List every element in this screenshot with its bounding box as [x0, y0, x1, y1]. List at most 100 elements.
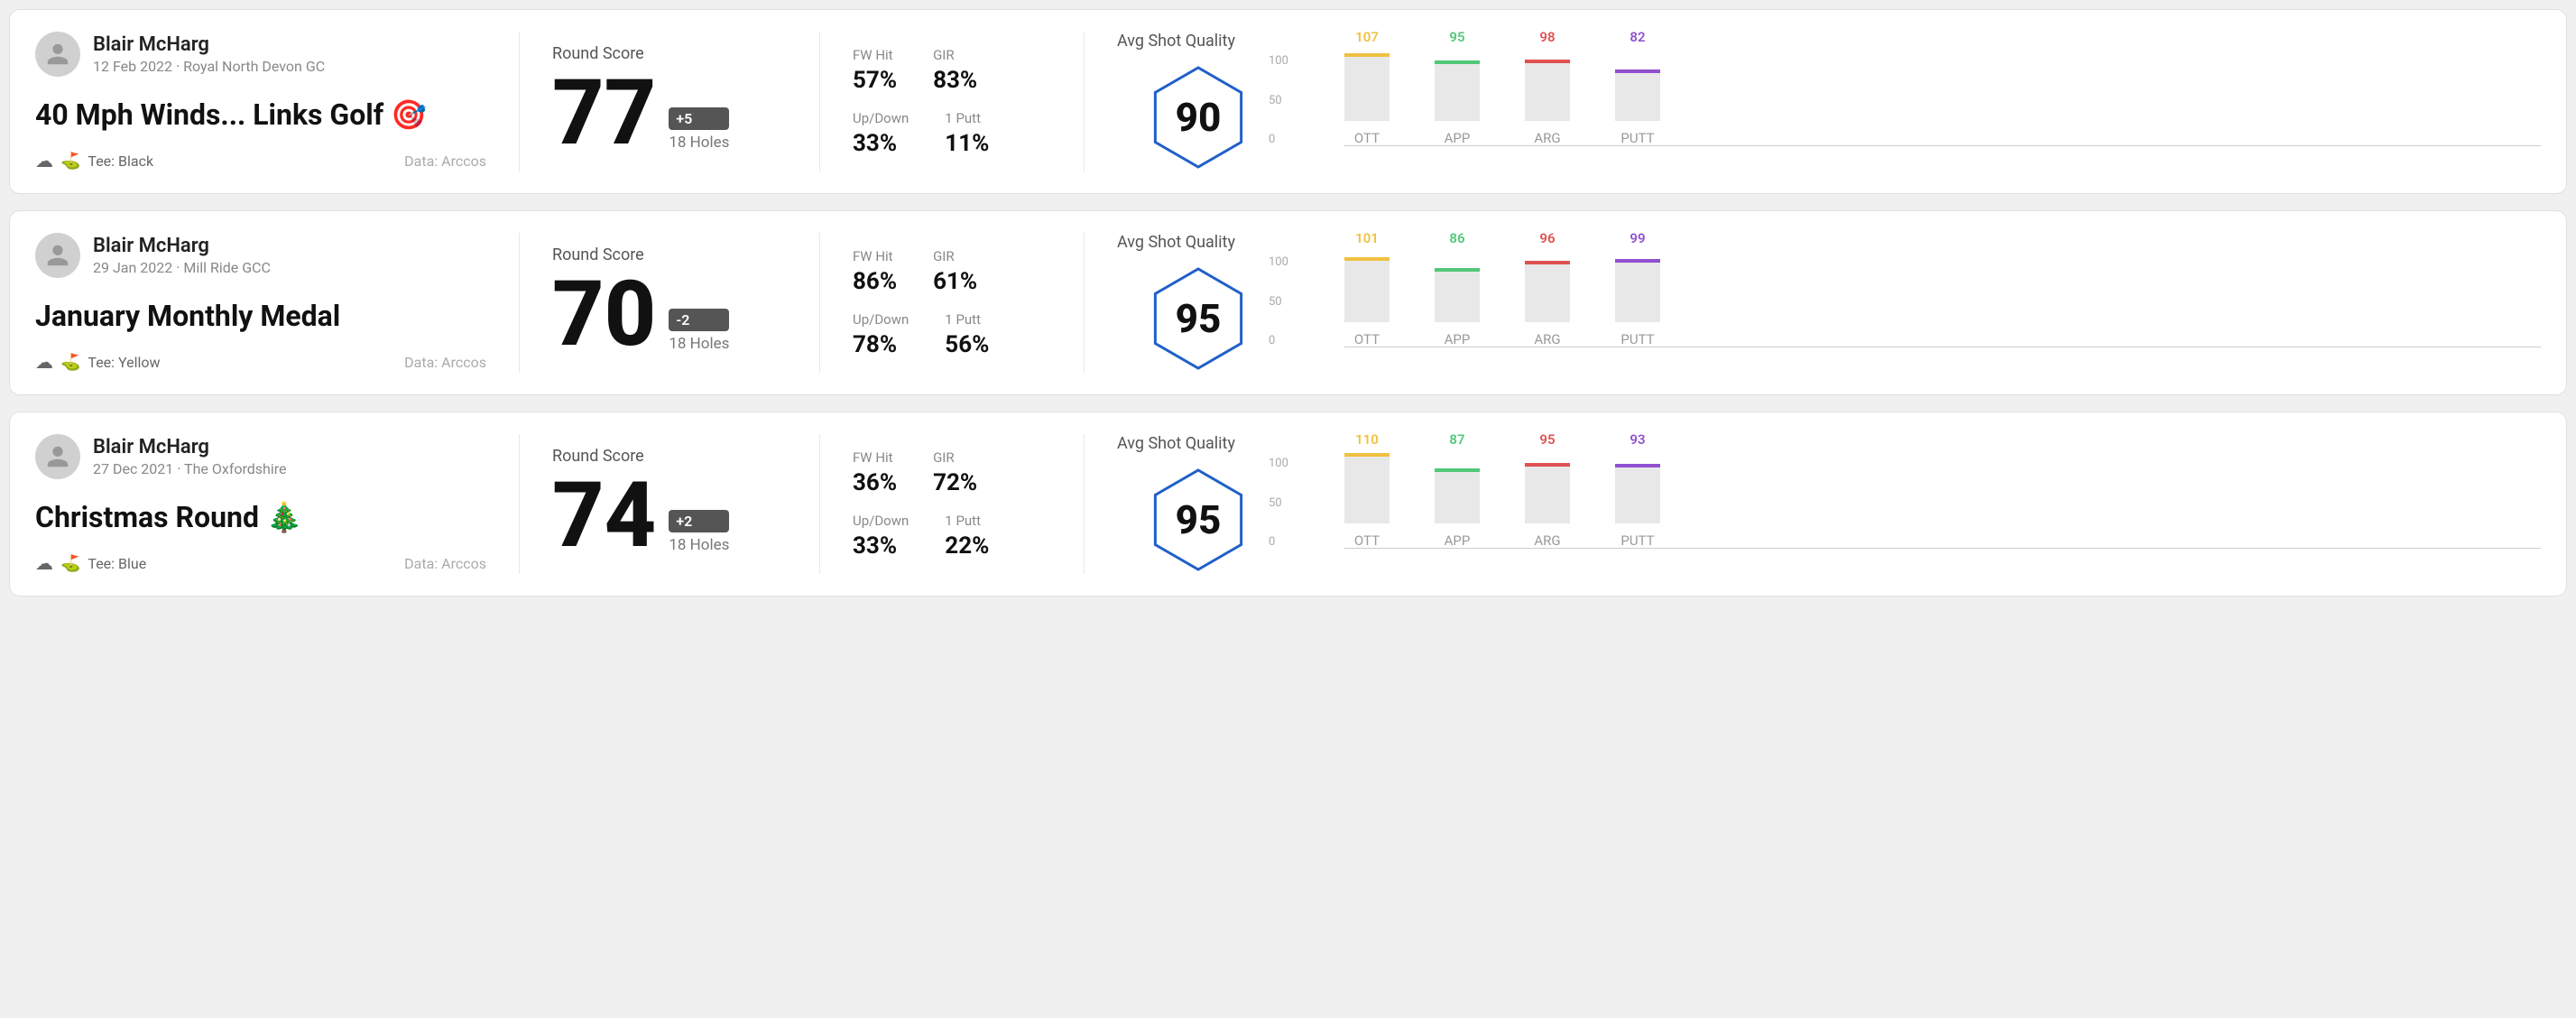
player-section: Blair McHarg12 Feb 2022 · Royal North De…: [35, 32, 486, 171]
bar-chart: 101OTT86APP96ARG99PUTT: [1344, 255, 2541, 373]
score-badge-block: +518 Holes: [669, 107, 729, 152]
bar-line: [1615, 464, 1660, 467]
fw-hit: FW Hit57%: [853, 47, 897, 94]
quality-section: Avg Shot Quality95: [1117, 233, 1279, 373]
score-badge: -2: [669, 309, 729, 331]
bar-line: [1615, 259, 1660, 263]
hexagon-score: 95: [1176, 295, 1222, 342]
stats-section: FW Hit86%GIR61%Up/Down78%1 Putt56%: [853, 233, 1051, 373]
stats-row-2: Up/Down 33% 1 Putt11%: [853, 110, 1051, 157]
player-name: Blair McHarg: [93, 235, 271, 257]
oneputt-value: 56%: [945, 331, 989, 358]
bar-bg: [1435, 468, 1480, 523]
player-section: Blair McHarg27 Dec 2021 · The Oxfordshir…: [35, 434, 486, 574]
updown: Up/Down 33%: [853, 110, 909, 157]
divider: [519, 233, 520, 373]
gir: GIR 61%: [933, 248, 977, 295]
updown-label: Up/Down: [853, 110, 909, 126]
round-title: 40 Mph Winds... Links Golf 🎯: [35, 97, 486, 132]
quality-section: Avg Shot Quality90: [1117, 32, 1279, 171]
bar-line: [1344, 453, 1390, 457]
oneputt-label: 1 Putt: [945, 513, 989, 529]
bar-group-arg: 96ARG: [1525, 230, 1570, 347]
oneputt-label: 1 Putt: [945, 110, 989, 126]
round-title: January Monthly Medal: [35, 299, 486, 333]
gir-value: 61%: [933, 268, 977, 295]
bar-axis-label: ARG: [1534, 331, 1560, 347]
player-header: Blair McHarg12 Feb 2022 · Royal North De…: [35, 32, 486, 77]
bar-wrapper: [1615, 49, 1660, 121]
holes-label: 18 Holes: [669, 134, 729, 152]
oneputt: 1 Putt11%: [945, 110, 989, 157]
bar-wrapper: [1344, 49, 1390, 121]
round-title: Christmas Round 🎄: [35, 500, 486, 534]
bar-group-app: 87APP: [1435, 431, 1480, 549]
bag-icon: ⛳: [60, 152, 80, 171]
bar-wrapper: [1435, 49, 1480, 121]
hexagon-score: 95: [1176, 496, 1222, 543]
gir-label: GIR: [933, 47, 977, 63]
bar-group-putt: 99PUTT: [1615, 230, 1660, 347]
fw-hit: FW Hit36%: [853, 449, 897, 496]
divider: [519, 32, 520, 171]
bar-group-ott: 107OTT: [1344, 29, 1390, 146]
bar-bg: [1344, 453, 1390, 523]
player-footer: ☁⛳Tee: YellowData: Arccos: [35, 351, 486, 373]
player-header: Blair McHarg27 Dec 2021 · The Oxfordshir…: [35, 434, 486, 479]
bar-wrapper: [1615, 250, 1660, 322]
bar-group-arg: 98ARG: [1525, 29, 1570, 146]
y-axis-label: 100: [1269, 457, 1288, 470]
weather-icon: ☁: [35, 552, 53, 574]
bar-bg: [1435, 60, 1480, 121]
bar-axis-label: OTT: [1354, 331, 1380, 347]
score-row: 70-218 Holes: [552, 270, 787, 360]
player-header: Blair McHarg29 Jan 2022 · Mill Ride GCC: [35, 233, 486, 278]
chart-outer: 100500110OTT87APP95ARG93PUTT: [1306, 457, 2541, 574]
bar-bg: [1615, 464, 1660, 523]
y-axis-label: 50: [1269, 94, 1288, 107]
player-footer: ☁⛳Tee: BlackData: Arccos: [35, 150, 486, 171]
bar-line: [1525, 463, 1570, 467]
round-card: Blair McHarg27 Dec 2021 · The Oxfordshir…: [9, 412, 2567, 597]
gir: GIR83%: [933, 47, 977, 94]
bar-value-label: 95: [1539, 431, 1555, 448]
score-row: 74+218 Holes: [552, 471, 787, 561]
divider: [1084, 32, 1085, 171]
tee-info: ☁⛳Tee: Blue: [35, 552, 146, 574]
bar-axis-label: PUTT: [1620, 130, 1654, 146]
divider: [519, 434, 520, 574]
gir-label: GIR: [933, 248, 977, 264]
data-source: Data: Arccos: [404, 354, 486, 371]
stats-row-1: FW Hit57% GIR83%: [853, 47, 1051, 94]
bar-line: [1615, 69, 1660, 73]
score-section: Round Score77+518 Holes: [552, 32, 787, 171]
avatar: [35, 233, 80, 278]
bar-axis-label: APP: [1445, 331, 1471, 347]
gir: GIR72%: [933, 449, 977, 496]
bar-bg: [1344, 257, 1390, 322]
y-axis-labels: 100500: [1269, 457, 1288, 549]
player-section: Blair McHarg29 Jan 2022 · Mill Ride GCC J…: [35, 233, 486, 373]
bar-chart: 107OTT95APP98ARG82PUTT: [1344, 54, 2541, 171]
bar-line: [1344, 257, 1390, 261]
score-badge-block: -218 Holes: [669, 309, 729, 353]
oneputt-label: 1 Putt: [945, 311, 989, 328]
bar-value-label: 86: [1449, 230, 1464, 246]
fw-hit-value: 57%: [853, 67, 897, 94]
player-date: 27 Dec 2021 · The Oxfordshire: [93, 460, 287, 477]
updown: Up/Down33%: [853, 513, 909, 560]
bar-group-app: 86 APP: [1435, 230, 1480, 347]
divider: [819, 233, 820, 373]
bar-value-label: 99: [1630, 230, 1645, 246]
hexagon-container: 90: [1144, 63, 1252, 171]
score-number: 74: [552, 471, 656, 561]
data-source: Data: Arccos: [404, 153, 486, 170]
bar-value-label: 93: [1630, 431, 1645, 448]
tee-label: Tee: Black: [88, 153, 153, 170]
score-number: 77: [552, 69, 656, 159]
fw-hit-value: 86%: [853, 268, 897, 295]
hexagon-container: 95: [1144, 466, 1252, 574]
updown-value: 33%: [853, 130, 909, 157]
fw-hit-label: FW Hit: [853, 449, 897, 466]
chart-outer: 100500107OTT95APP98ARG82PUTT: [1306, 54, 2541, 171]
